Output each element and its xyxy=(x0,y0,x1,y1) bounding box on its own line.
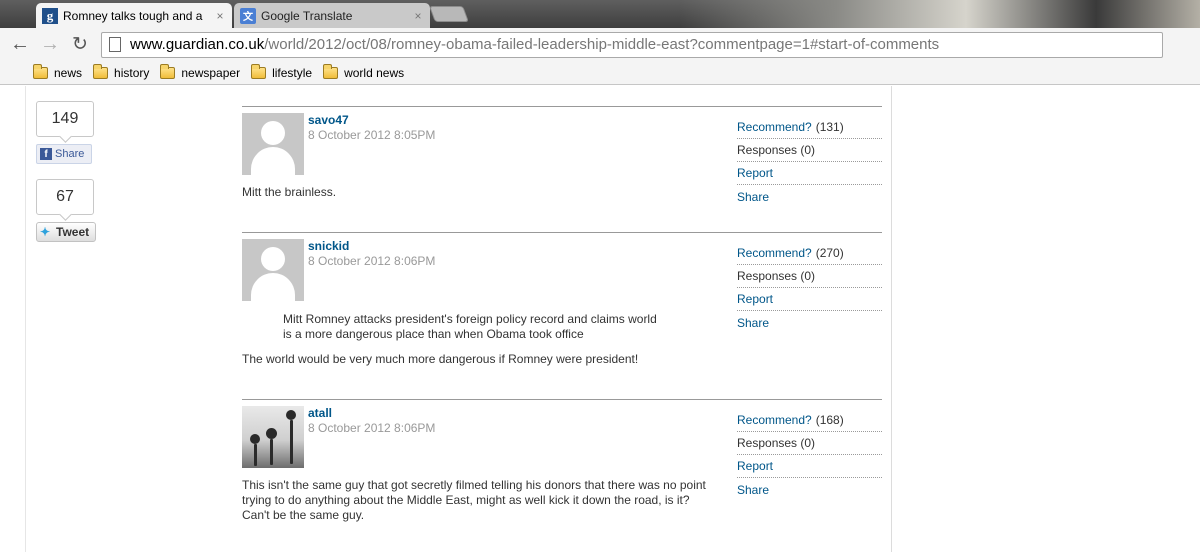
back-arrow-icon[interactable]: ← xyxy=(9,33,31,56)
browser-toolbar: ← → ↻ www.guardian.co.uk/world/2012/oct/… xyxy=(0,28,1200,61)
comment-item: snickid 8 October 2012 8:06PM Mitt Romne… xyxy=(242,232,882,398)
bookmark-folder-history[interactable]: history xyxy=(93,63,150,80)
tab-google-translate[interactable]: 文 Google Translate × xyxy=(234,3,430,28)
user-photo-avatar[interactable] xyxy=(242,406,304,468)
folder-icon xyxy=(251,63,267,79)
bookmark-folder-world-news[interactable]: world news xyxy=(323,63,405,80)
facebook-icon: f xyxy=(40,148,52,160)
bookmark-label: world news xyxy=(344,65,405,80)
facebook-share-label: Share xyxy=(55,148,85,160)
twitter-share-widget: 67 ✦ Tweet xyxy=(36,179,98,242)
comment-actions: Recommend? (131) Responses (0) Report Sh… xyxy=(737,116,882,208)
comment-timestamp[interactable]: 8 October 2012 8:05PM xyxy=(308,128,435,142)
bookmarks-bar: news history newspaper lifestyle world n… xyxy=(0,61,1200,85)
comment-username[interactable]: savo47 xyxy=(308,113,349,127)
default-avatar[interactable] xyxy=(242,113,304,175)
report-link[interactable]: Report xyxy=(737,162,882,185)
bookmark-folder-news[interactable]: news xyxy=(33,63,83,80)
url-host: www.guardian.co.uk xyxy=(130,36,265,53)
report-link[interactable]: Report xyxy=(737,455,882,478)
page-divider xyxy=(891,86,892,552)
window-frame-background xyxy=(680,0,1200,28)
bookmark-label: newspaper xyxy=(181,65,241,80)
tab-title: Romney talks tough and a xyxy=(63,8,203,23)
address-bar[interactable]: www.guardian.co.uk/world/2012/oct/08/rom… xyxy=(101,31,1163,58)
folder-icon xyxy=(93,63,109,79)
facebook-share-button[interactable]: f Share xyxy=(36,144,92,164)
recommend-action: Recommend? (270) xyxy=(737,242,882,265)
responses-link[interactable]: Responses (0) xyxy=(737,265,882,288)
share-link[interactable]: Share xyxy=(737,478,882,501)
forward-arrow-icon[interactable]: → xyxy=(39,33,61,56)
recommend-link[interactable]: Recommend? xyxy=(737,246,812,260)
recommend-action: Recommend? (168) xyxy=(737,409,882,432)
report-link[interactable]: Report xyxy=(737,288,882,311)
share-link[interactable]: Share xyxy=(737,185,882,208)
new-tab-button[interactable] xyxy=(429,6,469,22)
page-icon xyxy=(106,34,124,56)
recommend-count: (270) xyxy=(815,246,844,260)
responses-link[interactable]: Responses (0) xyxy=(737,432,882,455)
bookmark-label: history xyxy=(114,65,150,80)
bookmark-label: news xyxy=(54,65,83,80)
share-link[interactable]: Share xyxy=(737,311,882,334)
comment-username[interactable]: snickid xyxy=(308,239,349,253)
url-path: /world/2012/oct/08/romney-obama-failed-l… xyxy=(264,36,940,53)
recommend-link[interactable]: Recommend? xyxy=(737,413,812,427)
comment-quote: Mitt Romney attacks president's foreign … xyxy=(283,312,657,341)
folder-icon xyxy=(323,63,339,79)
folder-icon xyxy=(33,63,48,79)
tab-guardian-article[interactable]: g Romney talks tough and a × xyxy=(36,3,232,28)
bookmark-label: lifestyle xyxy=(272,65,313,80)
comment-username[interactable]: atall xyxy=(308,406,332,420)
reload-icon[interactable]: ↻ xyxy=(69,34,91,56)
google-translate-favicon-icon: 文 xyxy=(240,7,256,24)
tab-strip: g Romney talks tough and a × 文 Google Tr… xyxy=(0,0,1200,28)
recommend-count: (168) xyxy=(815,413,844,427)
bookmark-folder-newspaper[interactable]: newspaper xyxy=(160,63,241,80)
guardian-favicon-icon: g xyxy=(42,7,58,24)
recommend-count: (131) xyxy=(815,120,844,134)
comment-body: The world would be very much more danger… xyxy=(242,352,639,366)
twitter-bird-icon: ✦ xyxy=(40,225,51,239)
facebook-share-widget: 149 f Share xyxy=(36,101,98,164)
comment-item: atall 8 October 2012 8:06PM This isn't t… xyxy=(242,399,882,549)
comment-body: This isn't the same guy that got secretl… xyxy=(242,478,706,522)
close-tab-icon[interactable]: × xyxy=(214,9,226,23)
tweet-button[interactable]: ✦ Tweet xyxy=(36,222,96,242)
responses-link[interactable]: Responses (0) xyxy=(737,139,882,162)
facebook-share-count: 149 xyxy=(36,101,94,137)
tab-title: Google Translate xyxy=(261,8,353,23)
recommend-action: Recommend? (131) xyxy=(737,116,882,139)
comment-actions: Recommend? (168) Responses (0) Report Sh… xyxy=(737,409,882,501)
default-avatar[interactable] xyxy=(242,239,304,301)
comment-actions: Recommend? (270) Responses (0) Report Sh… xyxy=(737,242,882,334)
page-divider xyxy=(25,86,26,552)
bookmark-folder-lifestyle[interactable]: lifestyle xyxy=(251,63,313,80)
folder-icon xyxy=(160,63,176,79)
recommend-link[interactable]: Recommend? xyxy=(737,120,812,134)
comment-timestamp[interactable]: 8 October 2012 8:06PM xyxy=(308,254,435,268)
comment-timestamp[interactable]: 8 October 2012 8:06PM xyxy=(308,421,435,435)
comment-item: savo47 8 October 2012 8:05PM Mitt the br… xyxy=(242,106,882,230)
page-content: 149 f Share 67 ✦ Tweet savo47 8 October … xyxy=(0,86,1200,552)
tweet-count: 67 xyxy=(36,179,94,215)
comment-body: Mitt the brainless. xyxy=(242,185,337,199)
tweet-label: Tweet xyxy=(56,225,90,239)
close-tab-icon[interactable]: × xyxy=(412,9,424,23)
